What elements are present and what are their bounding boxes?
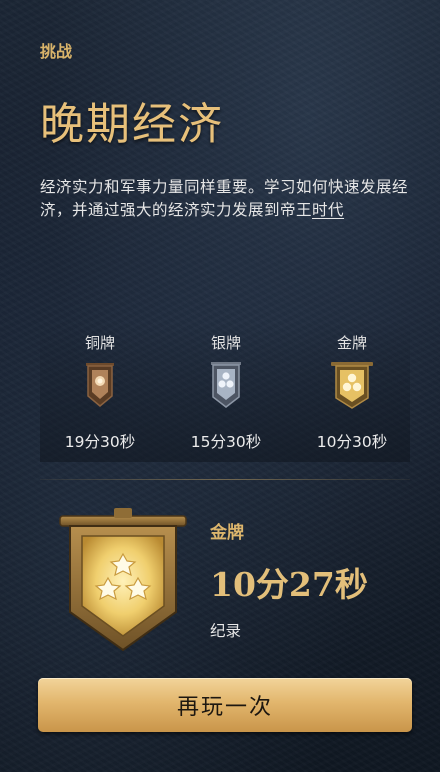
- medal-threshold-gold: 金牌 10分30秒: [292, 332, 412, 452]
- replay-button[interactable]: 再玩一次: [38, 678, 412, 732]
- medal-threshold-silver: 银牌 15分30秒: [166, 332, 286, 452]
- medal-time: 19分30秒: [64, 433, 136, 451]
- medal-name: 铜牌: [84, 334, 115, 352]
- result-medal-name: 金牌: [210, 523, 244, 543]
- record-label: 纪录: [210, 622, 242, 640]
- medal-threshold-bronze: 铜牌 19分30秒: [40, 332, 160, 452]
- age-link[interactable]: 时代: [312, 201, 344, 219]
- gold-banner-icon: [292, 356, 412, 414]
- bronze-banner-icon: [40, 356, 160, 414]
- gold-banner-icon: [58, 506, 188, 656]
- medal-name: 银牌: [210, 334, 241, 352]
- challenge-description: 经济实力和军事力量同样重要。学习如何快速发展经济，并通过强大的经济实力发展到帝王…: [40, 176, 410, 222]
- description-text: 经济实力和军事力量同样重要。学习如何快速发展经济，并通过强大的经济实力发展到帝王: [40, 178, 409, 219]
- silver-banner-icon: [166, 356, 286, 414]
- medal-name: 金牌: [336, 334, 367, 352]
- page-title: 晚期经济: [40, 99, 224, 150]
- challenge-result-panel: 挑战 晚期经济 经济实力和军事力量同样重要。学习如何快速发展经济，并通过强大的经…: [0, 0, 440, 772]
- challenge-label: 挑战: [40, 42, 73, 61]
- divider: [40, 479, 410, 480]
- medal-time: 15分30秒: [190, 433, 262, 451]
- medal-time: 10分30秒: [316, 433, 388, 451]
- result-time: 10分27秒: [210, 565, 368, 604]
